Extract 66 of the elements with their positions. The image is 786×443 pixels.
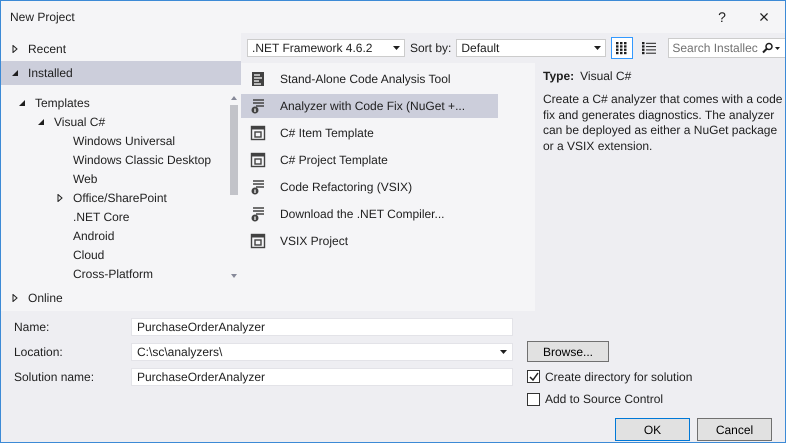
template-item[interactable]: Code Refactoring (VSIX)	[241, 175, 498, 199]
caret-icon[interactable]	[393, 46, 400, 50]
checkbox-label: Create directory for solution	[545, 370, 692, 384]
collapsed-arrow-icon[interactable]	[56, 194, 64, 202]
scrollbar-thumb[interactable]	[230, 105, 238, 195]
tree-item[interactable]: Windows Universal	[73, 134, 176, 148]
close-button[interactable]: ×	[743, 3, 785, 31]
expanded-arrow-icon[interactable]	[11, 69, 19, 77]
ok-button[interactable]: OK	[615, 418, 690, 441]
tree-item[interactable]: Windows Classic Desktop	[73, 152, 212, 166]
window-title: New Project	[10, 10, 76, 24]
help-button[interactable]: ?	[701, 3, 743, 31]
analyzer-icon	[250, 206, 266, 222]
collapsed-arrow-icon[interactable]	[11, 45, 19, 53]
tree-item[interactable]: Office/SharePoint	[73, 190, 167, 204]
scroll-down-icon[interactable]	[230, 273, 238, 279]
caret-icon[interactable]	[500, 350, 507, 354]
field-label: Location:	[14, 344, 64, 358]
tree-item[interactable]: Cross-Platform	[73, 266, 154, 280]
template-item[interactable]: VSIX Project	[241, 229, 498, 253]
tree-item[interactable]: Cloud	[73, 248, 104, 262]
search-field[interactable]: Search Installec	[668, 38, 785, 58]
type-label: Type:	[543, 69, 574, 83]
search-icon[interactable]	[761, 42, 782, 54]
analyzer-icon	[250, 179, 266, 195]
sidebar-item[interactable]: Recent	[1, 37, 241, 61]
checkbox[interactable]	[527, 392, 540, 406]
collapsed-arrow-icon[interactable]	[11, 294, 19, 302]
template-icon	[250, 152, 266, 168]
checkbox-label: Add to Source Control	[545, 392, 664, 406]
caret-icon[interactable]	[594, 46, 602, 50]
location-dropdown[interactable]: C:\sc\analyzers\	[131, 342, 513, 360]
template-description: Create a C# analyzer that comes with a code fix and generates diagnostics. The analyzer can be deployed as either a NuGet package or a VSIX extension.	[543, 92, 784, 154]
template-icon	[250, 125, 266, 141]
scroll-up-icon[interactable]	[230, 95, 238, 101]
sort-dropdown[interactable]: Default	[456, 39, 606, 57]
sort-label: Sort by:	[410, 41, 452, 55]
checkbox[interactable]	[527, 370, 540, 383]
input-field[interactable]: PurchaseOrderAnalyzer	[131, 318, 513, 336]
cancel-button[interactable]: Cancel	[697, 418, 772, 441]
tree-item[interactable]: Android	[73, 228, 114, 242]
tree-item[interactable]: Templates	[35, 96, 90, 110]
sidebar-item[interactable]: Online	[1, 286, 241, 310]
expanded-arrow-icon[interactable]	[37, 118, 45, 126]
document-icon	[250, 71, 266, 87]
analyzer-icon	[250, 98, 266, 114]
template-item[interactable]: Analyzer with Code Fix (NuGet +...	[241, 94, 498, 118]
template-item[interactable]: C# Project Template	[241, 148, 498, 172]
sidebar-item[interactable]: Installed	[1, 61, 241, 85]
list-view-icon	[642, 41, 656, 55]
tree-item[interactable]: Visual C#	[54, 114, 106, 128]
template-item[interactable]: Download the .NET Compiler...	[241, 202, 498, 226]
type-value: Visual C#	[580, 69, 632, 83]
tree-item[interactable]: .NET Core	[73, 210, 130, 224]
tree-item[interactable]: Web	[73, 172, 98, 186]
field-label: Solution name:	[14, 370, 96, 384]
expanded-arrow-icon[interactable]	[18, 98, 26, 106]
framework-dropdown[interactable]: .NET Framework 4.6.2	[247, 39, 405, 57]
input-field[interactable]: PurchaseOrderAnalyzer	[131, 368, 513, 386]
browse-button[interactable]: Browse...	[527, 341, 609, 362]
template-item[interactable]: C# Item Template	[241, 121, 498, 145]
grid-view-icon	[615, 41, 630, 55]
field-label: Name:	[14, 320, 50, 334]
grid-view-button[interactable]	[611, 37, 634, 59]
template-icon	[250, 233, 266, 249]
template-item[interactable]: Stand-Alone Code Analysis Tool	[241, 67, 498, 91]
